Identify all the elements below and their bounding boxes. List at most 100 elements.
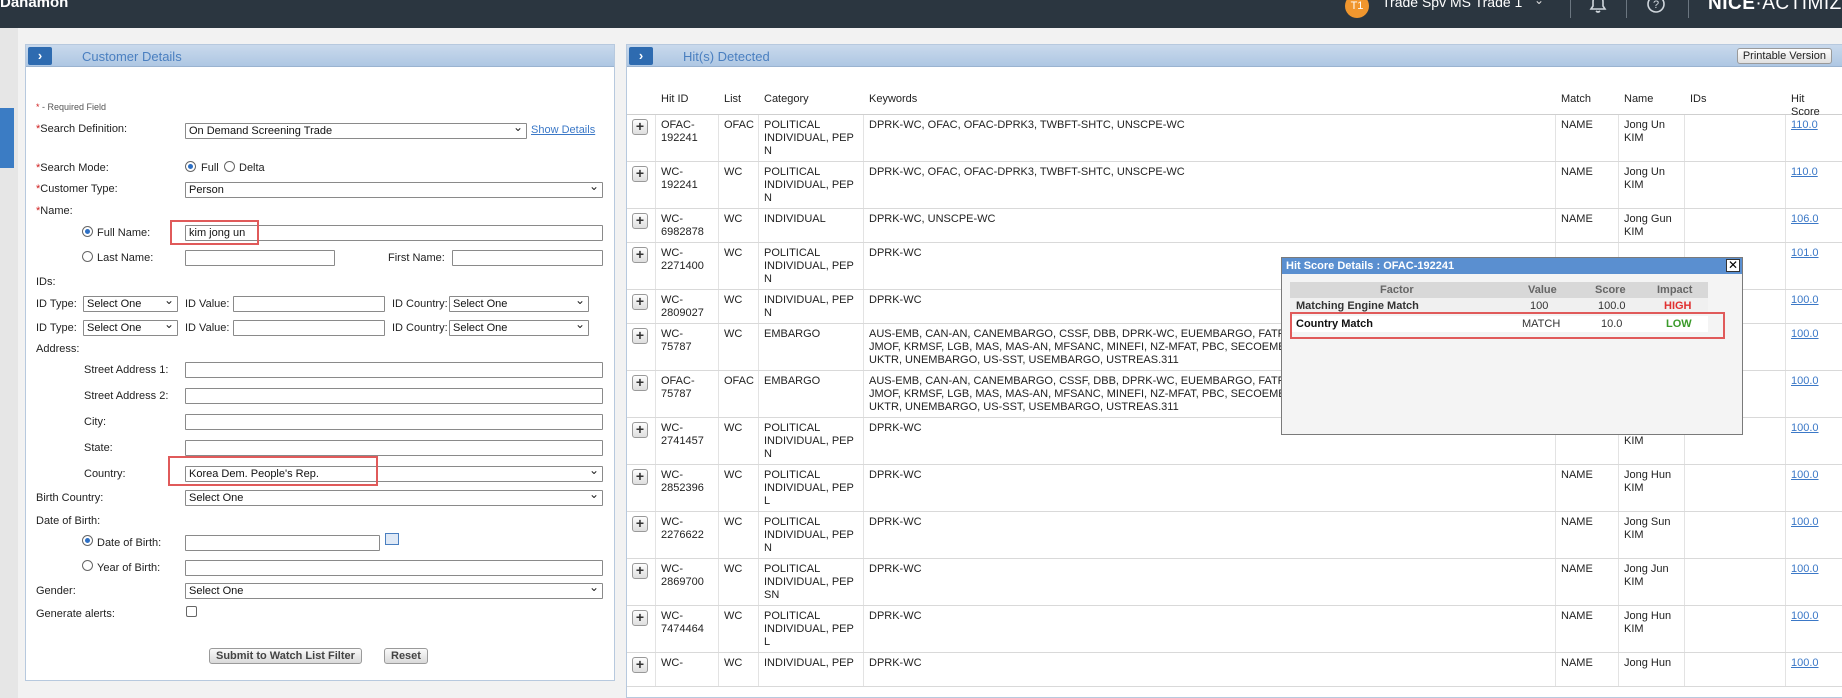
id-type-select[interactable]: Select One [83,320,178,336]
column-divider [758,290,759,323]
collapse-toggle-icon[interactable]: › [629,47,653,65]
hit-score-link[interactable]: 100.0 [1791,422,1819,435]
search-definition-select[interactable]: On Demand Screening Trade [185,123,527,139]
yob-input[interactable] [185,560,603,576]
expand-row-icon[interactable]: + [632,610,648,626]
user-avatar[interactable]: T1 [1345,0,1369,18]
table-row[interactable]: + WC- 2869700 WC POLITICAL INDIVIDUAL, PEP SN D… [627,559,1842,606]
table-row[interactable]: + WC- 7474464 WC POLITICAL INDIVIDUAL, PEP L DP… [627,606,1842,653]
hit-score-link[interactable]: 101.0 [1791,247,1819,260]
table-row[interactable]: + WC- 2276622 WC POLITICAL INDIVIDUAL, PEP N DP… [627,512,1842,559]
state-input[interactable] [185,440,603,456]
table-row[interactable]: + OFAC- 192241 OFAC POLITICAL INDIVIDUAL, PEP… [627,115,1842,162]
hit-id-cell: WC- 2809027 [661,294,704,319]
name-cell: Jong Jun KIM [1624,563,1669,588]
generate-alerts-checkbox[interactable] [186,606,197,617]
expand-row-icon[interactable]: + [632,563,648,579]
dob-input[interactable] [185,535,380,551]
bell-icon[interactable] [1586,0,1610,15]
col-ids[interactable]: IDs [1690,93,1707,106]
printable-version-button[interactable]: Printable Version [1736,48,1832,64]
last-name-input[interactable] [185,250,335,266]
user-menu[interactable]: Trade Spv MS Trade 1 [1382,0,1522,10]
expand-row-icon[interactable]: + [632,422,648,438]
table-row[interactable]: + WC- 6982878 WC INDIVIDUAL DPRK-WC, UNSCPE-W… [627,209,1842,243]
table-row[interactable]: + WC- WC INDIVIDUAL, PEP DPRK-WC NAME Jong Hun… [627,653,1842,687]
hit-score-link[interactable]: 100.0 [1791,516,1819,529]
close-icon[interactable]: ✕ [1726,259,1740,272]
chevron-down-icon[interactable]: ⌄ [1534,0,1544,7]
expand-row-icon[interactable]: + [632,516,648,532]
hit-score-link[interactable]: 110.0 [1791,166,1818,179]
table-row[interactable]: + WC- 192241 WC POLITICAL INDIVIDUAL, PEP N DPR… [627,162,1842,209]
mode-full-radio[interactable] [185,161,196,172]
country-label: Country: [84,468,126,480]
gender-select[interactable]: Select One [185,583,603,599]
expand-row-icon[interactable]: + [632,469,648,485]
collapse-toggle-icon[interactable]: › [28,47,52,65]
customer-type-select[interactable]: Person [185,182,603,198]
hit-score-link[interactable]: 100.0 [1791,610,1819,623]
expand-row-icon[interactable]: + [632,294,648,310]
list-cell: WC [724,516,743,528]
col-hit-id[interactable]: Hit ID [661,93,689,106]
hit-score-link[interactable]: 110.0 [1791,119,1818,132]
id-value-input[interactable] [233,296,385,312]
expand-row-icon[interactable]: + [632,657,648,673]
table-row[interactable]: + WC- 2852396 WC POLITICAL INDIVIDUAL, PEP L DP… [627,465,1842,512]
popup-title: Hit Score Details : OFAC-192241 [1286,260,1455,272]
id-country-select[interactable]: Select One [449,320,589,336]
column-divider [758,371,759,417]
hit-score-link[interactable]: 100.0 [1791,469,1819,482]
reset-button[interactable]: Reset [384,648,428,664]
expand-row-icon[interactable]: + [632,213,648,229]
expand-row-icon[interactable]: + [632,247,648,263]
show-details-link[interactable]: Show Details [531,124,595,136]
hit-score-link[interactable]: 100.0 [1791,657,1819,670]
full-name-radio[interactable] [82,226,93,237]
col-match[interactable]: Match [1561,93,1591,106]
hit-score-link[interactable]: 100.0 [1791,563,1819,576]
first-name-input[interactable] [452,250,603,266]
help-icon[interactable]: ? [1645,0,1667,15]
street1-input[interactable] [185,362,603,378]
expand-row-icon[interactable]: + [632,166,648,182]
dob-radio[interactable] [82,535,93,546]
list-cell: OFAC [724,119,754,131]
keywords-cell: DPRK-WC [869,294,922,306]
column-divider [1684,465,1685,511]
mode-delta-radio[interactable] [224,161,235,172]
calendar-icon[interactable] [385,533,399,545]
column-divider [655,606,656,652]
list-cell: WC [724,328,743,340]
expand-row-icon[interactable]: + [632,375,648,391]
column-divider [1684,606,1685,652]
hit-score-link[interactable]: 100.0 [1791,375,1819,388]
city-label: City: [84,416,106,428]
id-country-select[interactable]: Select One [449,296,589,312]
expand-row-icon[interactable]: + [632,119,648,135]
submit-watch-list-button[interactable]: Submit to Watch List Filter [209,648,362,664]
id-value-input[interactable] [233,320,385,336]
city-input[interactable] [185,414,603,430]
expand-row-icon[interactable]: + [632,328,648,344]
column-divider [655,209,656,242]
column-divider [863,162,864,208]
col-keywords[interactable]: Keywords [869,93,917,106]
list-cell: WC [724,247,743,259]
hit-score-link[interactable]: 106.0 [1791,213,1819,226]
id-type-select[interactable]: Select One [83,296,178,312]
list-cell: WC [724,469,743,481]
yob-radio[interactable] [82,560,93,571]
column-divider [758,418,759,464]
street2-input[interactable] [185,388,603,404]
hit-score-link[interactable]: 100.0 [1791,294,1819,307]
last-name-radio[interactable] [82,251,93,262]
birth-country-select[interactable]: Select One [185,490,603,506]
column-divider [1618,162,1619,208]
column-divider [718,115,719,161]
col-list[interactable]: List [724,93,741,106]
col-name[interactable]: Name [1624,93,1653,106]
col-category[interactable]: Category [764,93,809,106]
hit-score-link[interactable]: 100.0 [1791,328,1819,341]
